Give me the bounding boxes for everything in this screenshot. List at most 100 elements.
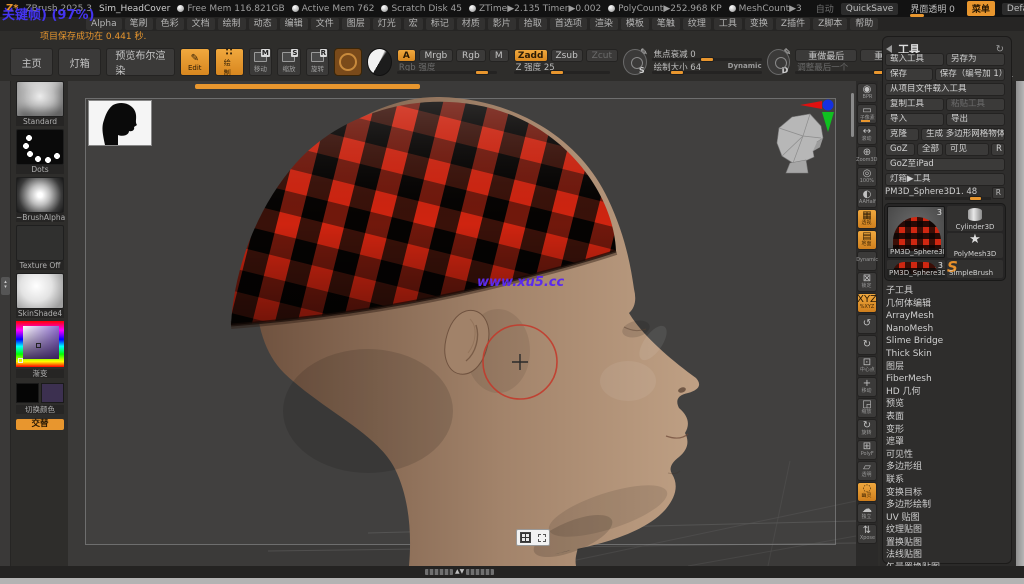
- stroke-thumbnail[interactable]: [16, 129, 64, 165]
- menu-item[interactable]: 动态: [249, 18, 277, 30]
- menu-item[interactable]: 纹理: [683, 18, 711, 30]
- tool-sphere-small[interactable]: 3 PM3D_Sphere3D: [887, 260, 945, 278]
- menu-item[interactable]: Z插件: [776, 18, 810, 30]
- menu-item[interactable]: 编辑: [280, 18, 308, 30]
- right-shelf-button[interactable]: ▦ 透视: [857, 209, 877, 229]
- subpalette-item[interactable]: 几何体编辑: [886, 298, 1008, 311]
- rgb-intensity-slider[interactable]: Rgb 强度: [397, 63, 497, 75]
- goz-r-button[interactable]: R: [991, 143, 1005, 156]
- menu-item[interactable]: 工具: [714, 18, 742, 30]
- paste-tool-button[interactable]: 粘贴工具: [946, 98, 1005, 111]
- main-color-swatch[interactable]: [16, 383, 39, 403]
- right-shelf-button[interactable]: ↔ 滚动: [857, 125, 877, 145]
- ui-opacity-slider[interactable]: 界面透明 0: [905, 1, 960, 16]
- subpalette-item[interactable]: 多边形绘制: [886, 499, 1008, 512]
- menu-item[interactable]: 拾取: [519, 18, 547, 30]
- tab-home[interactable]: 主页: [10, 48, 53, 76]
- draw-size-slider[interactable]: 绘制大小 64 Dynamic: [652, 63, 762, 75]
- material-thumbnail[interactable]: [16, 273, 64, 309]
- right-shelf-button[interactable]: ⊞ PolyF: [857, 440, 877, 460]
- menu-item[interactable]: 标记: [426, 18, 454, 30]
- subpalette-item[interactable]: 可见性: [886, 449, 1008, 462]
- m-toggle[interactable]: M: [489, 49, 509, 62]
- subpalette-item[interactable]: 图层: [886, 361, 1008, 374]
- subpalette-item[interactable]: 联系: [886, 474, 1008, 487]
- right-shelf-button[interactable]: ↻: [857, 335, 877, 355]
- menu-item[interactable]: 图层: [342, 18, 370, 30]
- switch-color-button[interactable]: 切换颜色: [16, 405, 64, 414]
- menu-item[interactable]: 绘制: [218, 18, 246, 30]
- load-from-project-button[interactable]: 从项目文件载入工具: [885, 83, 1005, 96]
- menu-item[interactable]: 宏: [404, 18, 423, 30]
- save-numbered-button[interactable]: 保存（编号加 1）: [935, 68, 1005, 81]
- subpalette-item[interactable]: 预览: [886, 398, 1008, 411]
- secondary-color-swatch[interactable]: [41, 383, 64, 403]
- quicksave-button[interactable]: QuickSave: [841, 3, 899, 15]
- canvas-scrollbar[interactable]: [851, 93, 854, 137]
- menu-item[interactable]: 灯光: [373, 18, 401, 30]
- alternate-button[interactable]: 交替: [16, 419, 64, 430]
- right-shelf-button[interactable]: ⊡ 中心点: [857, 356, 877, 376]
- right-shelf-button[interactable]: ◐ AAHalf: [857, 188, 877, 208]
- edit-mode-button[interactable]: ✎ Edit: [180, 48, 210, 76]
- right-shelf-button[interactable]: ⊕ Zoom3D: [857, 146, 877, 166]
- brush-thumbnail[interactable]: [16, 81, 64, 117]
- subpalette-item[interactable]: NanoMesh: [886, 323, 1008, 336]
- menu-item[interactable]: 影片: [488, 18, 516, 30]
- texture-thumbnail[interactable]: [16, 225, 64, 261]
- right-shelf-button[interactable]: Dynamic: [857, 251, 877, 271]
- import-button[interactable]: 导入: [885, 113, 944, 126]
- subpalette-item[interactable]: 表面: [886, 411, 1008, 424]
- clone-button[interactable]: 克隆: [885, 128, 919, 141]
- right-shelf-button[interactable]: ↻ 旋转: [857, 419, 877, 439]
- subpalette-item[interactable]: ArrayMesh: [886, 310, 1008, 323]
- floor-elevation-widget[interactable]: [516, 529, 550, 546]
- rgb-toggle[interactable]: Rgb: [456, 49, 486, 62]
- subpalette-item[interactable]: 纹理贴图: [886, 524, 1008, 537]
- subpalette-item[interactable]: 遮罩: [886, 436, 1008, 449]
- menu-item[interactable]: 模板: [621, 18, 649, 30]
- menu-item[interactable]: 笔触: [652, 18, 680, 30]
- subpalette-item[interactable]: FiberMesh: [886, 373, 1008, 386]
- material-sphere-preview[interactable]: [367, 48, 392, 76]
- z-intensity-slider[interactable]: Z 强度 25: [514, 63, 610, 75]
- tool-cylinder3d[interactable]: Cylinder3D: [947, 206, 1003, 231]
- right-shelf-button[interactable]: ▤ 地面: [857, 230, 877, 250]
- right-scrollbar[interactable]: [1016, 81, 1024, 566]
- menu-item[interactable]: 文件: [311, 18, 339, 30]
- right-shelf-button[interactable]: ◌ 幽灵: [857, 482, 877, 502]
- subpalette-item[interactable]: 子工具: [886, 285, 1008, 298]
- save-as-button[interactable]: 另存为: [946, 53, 1005, 66]
- export-button[interactable]: 导出: [946, 113, 1005, 126]
- goz-button[interactable]: GoZ: [885, 143, 915, 156]
- right-shelf-button[interactable]: ▭ 子像素: [857, 104, 877, 124]
- goz-visible-button[interactable]: 可见: [945, 143, 989, 156]
- right-shelf-button[interactable]: ▱ 透明: [857, 461, 877, 481]
- scroll-arrows-icon[interactable]: ▲▼: [455, 569, 464, 575]
- document-scroll-widget[interactable]: ▲▼: [425, 569, 494, 575]
- tool-polymesh3d[interactable]: ★ PolyMesh3D: [947, 233, 1003, 258]
- color-picker[interactable]: [16, 321, 64, 367]
- subpalette-item[interactable]: 变形: [886, 424, 1008, 437]
- menu-item[interactable]: 变换: [745, 18, 773, 30]
- move-mode-button[interactable]: M 移动: [249, 48, 273, 76]
- menu-item[interactable]: 渲染: [590, 18, 618, 30]
- menu-button[interactable]: 菜单: [967, 1, 995, 16]
- left-divider-handle[interactable]: ▴▾: [1, 277, 10, 295]
- save-button[interactable]: 保存: [885, 68, 933, 81]
- right-shelf-button[interactable]: + 移动: [857, 377, 877, 397]
- right-shelf-button[interactable]: ◉ BPR: [857, 83, 877, 103]
- redo-knob[interactable]: ✎ D: [767, 49, 791, 75]
- goz-ipad-button[interactable]: GoZ至iPad: [885, 158, 1005, 171]
- lightbox-tool-button[interactable]: 灯箱▶工具: [885, 173, 1005, 186]
- menu-item[interactable]: 笔刷: [125, 18, 153, 30]
- subpalette-item[interactable]: 置换贴图: [886, 537, 1008, 550]
- subpalette-item[interactable]: Slime Bridge: [886, 335, 1008, 348]
- menu-item[interactable]: 帮助: [850, 18, 878, 30]
- rotate-mode-button[interactable]: R 旋转: [306, 48, 330, 76]
- subpalette-item[interactable]: 法线贴图: [886, 549, 1008, 562]
- tool-item-slider[interactable]: PM3D_Sphere3D1. 48 R: [885, 187, 1005, 200]
- scroll-strip-right[interactable]: [466, 569, 494, 575]
- right-shelf-button[interactable]: XYZ %XYZ: [857, 293, 877, 313]
- subpalette-item[interactable]: Thick Skin: [886, 348, 1008, 361]
